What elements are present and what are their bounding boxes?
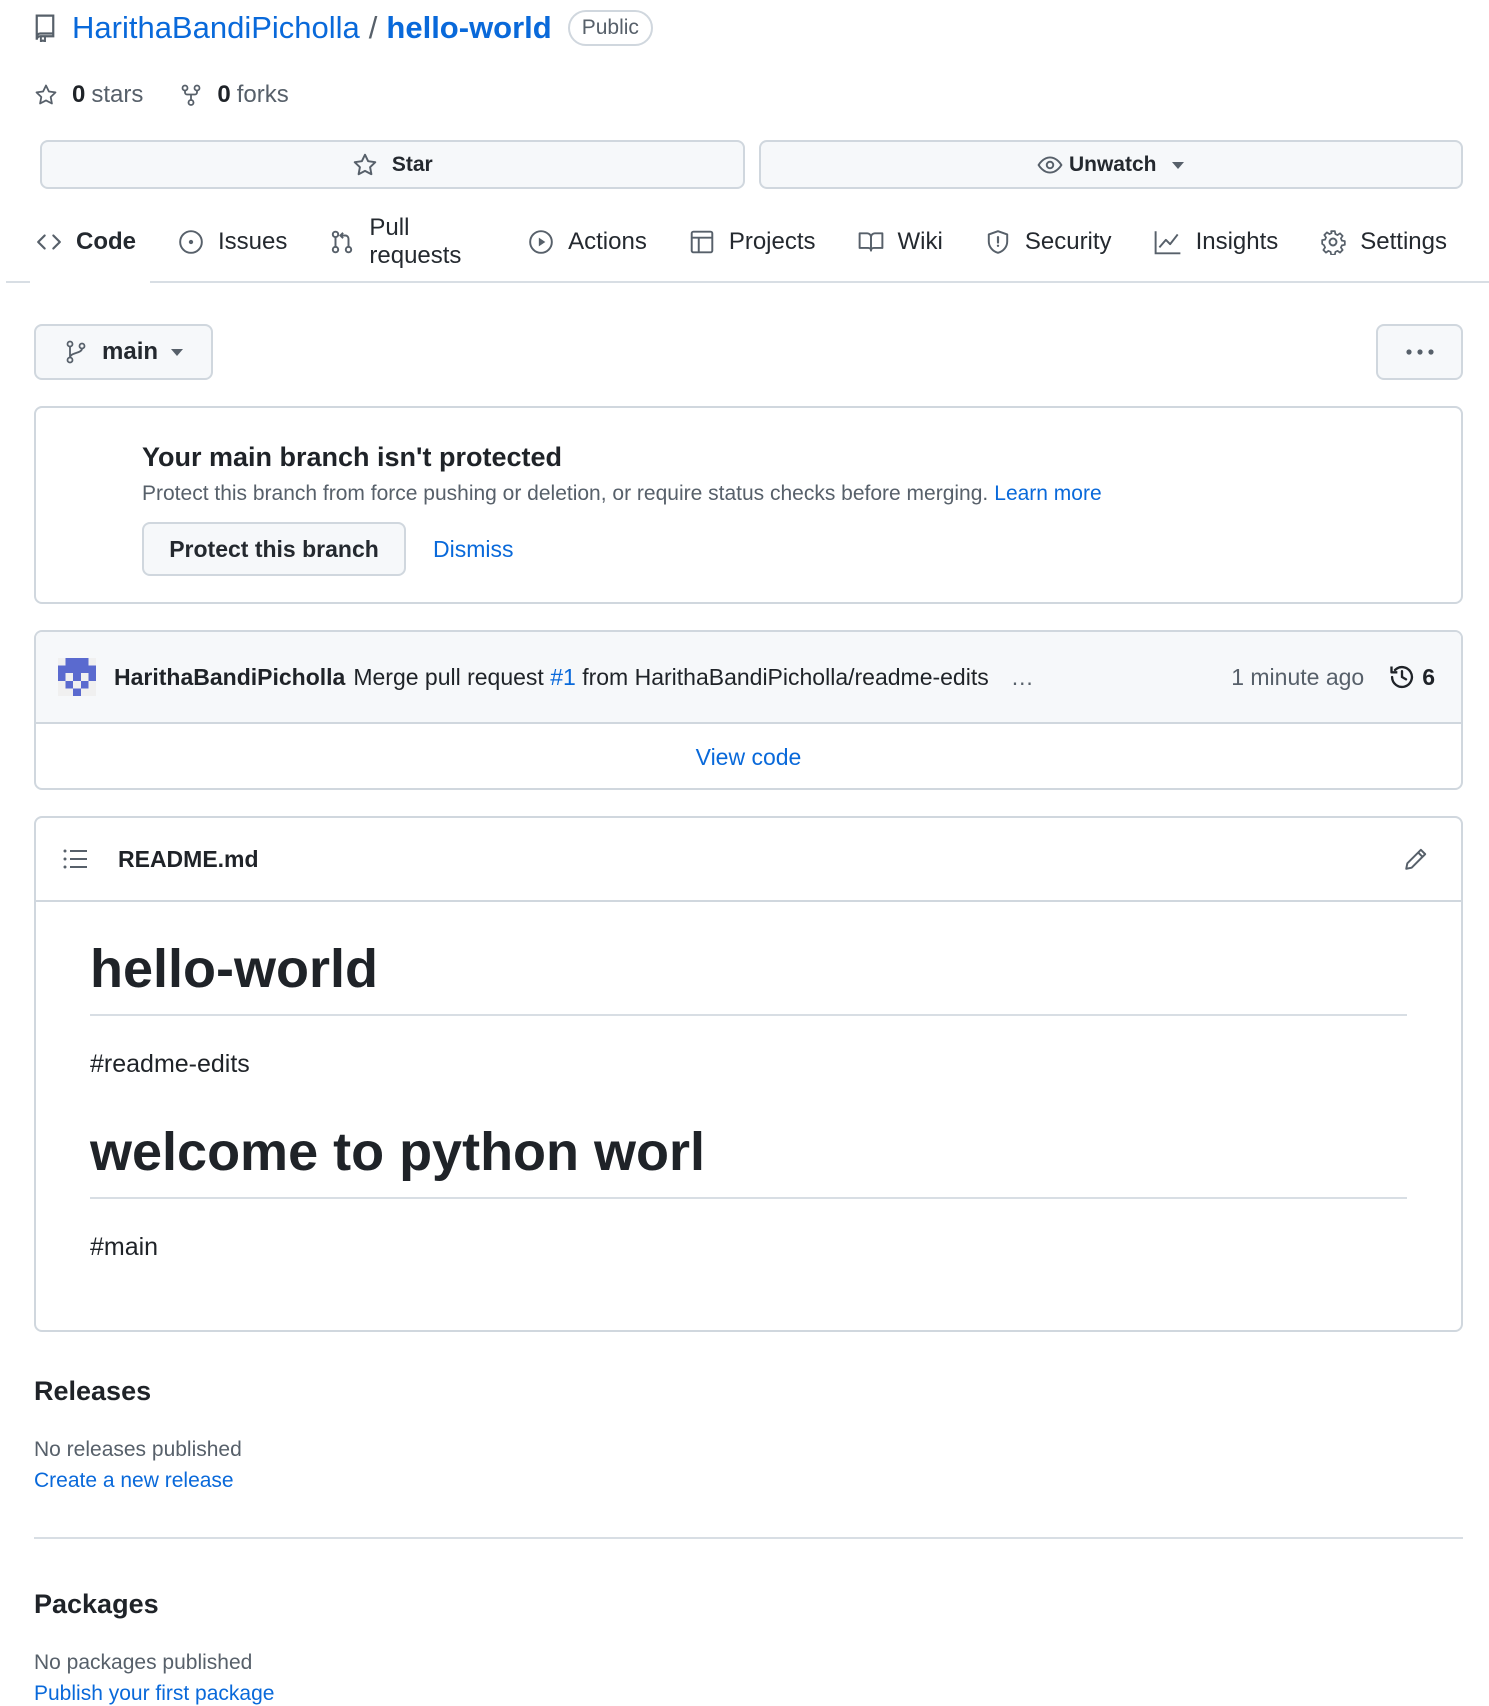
tab-insights[interactable]: Insights xyxy=(1154,201,1279,282)
notice-title: Your main branch isn't protected xyxy=(142,442,562,472)
avatar[interactable] xyxy=(58,658,96,696)
notice-description: Protect this branch from force pushing o… xyxy=(142,482,989,505)
table-icon xyxy=(689,229,715,255)
tab-security-label: Security xyxy=(1024,227,1112,255)
graph-icon xyxy=(1154,229,1182,255)
packages-title[interactable]: Packages xyxy=(34,1589,159,1620)
caret-down-icon xyxy=(170,347,184,357)
tab-pull-requests-label: Pull requests xyxy=(369,213,462,269)
pull-request-icon xyxy=(329,229,355,255)
readme-heading-2: welcome to python worl xyxy=(90,1121,1407,1199)
fork-icon xyxy=(179,83,203,107)
visibility-badge: Public xyxy=(567,10,653,46)
notice-text: Protect this branch from force pushing o… xyxy=(142,482,1102,506)
latest-commit-box: HarithaBandiPicholla Merge pull request … xyxy=(34,630,1463,790)
commit-message-start: Merge pull request xyxy=(353,663,551,690)
learn-more-link[interactable]: Learn more xyxy=(994,482,1101,505)
forks-label: forks xyxy=(236,81,289,108)
branch-name: main xyxy=(102,338,159,365)
star-button[interactable]: Star xyxy=(40,140,745,189)
repo-icon xyxy=(34,14,56,42)
star-icon xyxy=(352,152,378,178)
tab-wiki[interactable]: Wiki xyxy=(858,201,943,282)
branch-protection-notice: Your main branch isn't protected Protect… xyxy=(34,406,1463,604)
kebab-horizontal-icon xyxy=(1405,348,1435,356)
star-button-label: Star xyxy=(391,152,433,176)
book-icon xyxy=(858,229,884,255)
readme-box: README.md hello-world #readme-edits welc… xyxy=(34,816,1463,1332)
releases-title[interactable]: Releases xyxy=(34,1376,151,1407)
publish-package-link[interactable]: Publish your first package xyxy=(34,1682,274,1706)
tab-code-label: Code xyxy=(76,227,136,255)
commit-message-end: from HarithaBandiPicholla/readme-edits xyxy=(575,663,989,690)
tab-actions[interactable]: Actions xyxy=(528,201,647,282)
gear-icon xyxy=(1320,229,1346,255)
issue-icon xyxy=(178,229,204,255)
commit-message[interactable]: Merge pull request #1 from HarithaBandiP… xyxy=(353,664,988,691)
star-icon xyxy=(34,83,58,107)
create-release-link[interactable]: Create a new release xyxy=(34,1469,234,1493)
tab-security[interactable]: Security xyxy=(985,201,1112,282)
latest-commit-row: HarithaBandiPicholla Merge pull request … xyxy=(36,632,1461,724)
commit-count: 6 xyxy=(1422,663,1435,690)
unwatch-button[interactable]: Unwatch xyxy=(758,140,1463,189)
repo-action-buttons: Star Unwatch xyxy=(40,140,1463,189)
protect-branch-button[interactable]: Protect this branch xyxy=(142,522,406,576)
repo-owner-link[interactable]: HarithaBandiPicholla xyxy=(72,10,360,46)
stars-link[interactable]: 0 stars xyxy=(34,81,143,109)
tab-wiki-label: Wiki xyxy=(897,227,943,255)
repo-header: HarithaBandiPicholla / hello-world Publi… xyxy=(34,8,653,48)
view-code-link[interactable]: View code xyxy=(36,724,1461,788)
commit-history-link[interactable]: 6 xyxy=(1388,663,1435,691)
readme-paragraph-1: #readme-edits xyxy=(90,1050,250,1078)
eye-icon xyxy=(1037,152,1063,178)
play-icon xyxy=(528,229,554,255)
readme-filename: README.md xyxy=(118,845,259,872)
tab-code[interactable]: Code xyxy=(30,201,150,284)
commit-author-link[interactable]: HarithaBandiPicholla xyxy=(114,664,345,691)
commit-time: 1 minute ago xyxy=(1231,663,1365,690)
shield-icon xyxy=(985,229,1011,255)
commit-expand-button[interactable]: … xyxy=(1011,664,1034,691)
tab-projects[interactable]: Projects xyxy=(689,201,816,282)
tab-insights-label: Insights xyxy=(1195,227,1279,255)
readme-content: hello-world #readme-edits welcome to pyt… xyxy=(36,938,1461,1262)
branch-selector[interactable]: main xyxy=(34,324,213,380)
branch-icon xyxy=(64,339,88,365)
forks-count: 0 xyxy=(217,81,231,108)
packages-empty-text: No packages published xyxy=(34,1651,253,1674)
caret-down-icon xyxy=(1171,160,1185,170)
unwatch-button-label: Unwatch xyxy=(1068,152,1157,176)
history-icon xyxy=(1388,663,1416,691)
stars-label: stars xyxy=(91,81,144,108)
list-unordered-icon[interactable] xyxy=(62,847,88,871)
releases-empty-text: No releases published xyxy=(34,1438,242,1461)
repo-path-separator: / xyxy=(368,10,378,45)
section-divider xyxy=(34,1537,1463,1539)
pr-link[interactable]: #1 xyxy=(550,664,576,690)
readme-header: README.md xyxy=(36,818,1461,902)
tab-actions-label: Actions xyxy=(568,227,647,255)
tab-settings[interactable]: Settings xyxy=(1320,201,1447,282)
tab-pull-requests[interactable]: Pull requests xyxy=(329,201,486,282)
readme-heading-1: hello-world xyxy=(90,938,1407,1016)
more-options-button[interactable] xyxy=(1376,324,1463,380)
tab-issues[interactable]: Issues xyxy=(178,201,287,282)
code-icon xyxy=(36,229,62,255)
tab-projects-label: Projects xyxy=(728,227,816,255)
readme-paragraph-2: #main xyxy=(90,1233,159,1261)
repo-name-link[interactable]: hello-world xyxy=(386,10,551,46)
dismiss-link[interactable]: Dismiss xyxy=(433,536,514,563)
tab-issues-label: Issues xyxy=(218,227,288,255)
repo-stats: 0 stars 0 forks xyxy=(34,78,325,112)
pencil-icon[interactable] xyxy=(1403,846,1429,872)
tab-settings-label: Settings xyxy=(1360,227,1447,255)
stars-count: 0 xyxy=(72,81,86,108)
repo-nav: Code Issues Pull requests Actions Projec… xyxy=(6,201,1489,284)
forks-link[interactable]: 0 forks xyxy=(179,81,289,109)
